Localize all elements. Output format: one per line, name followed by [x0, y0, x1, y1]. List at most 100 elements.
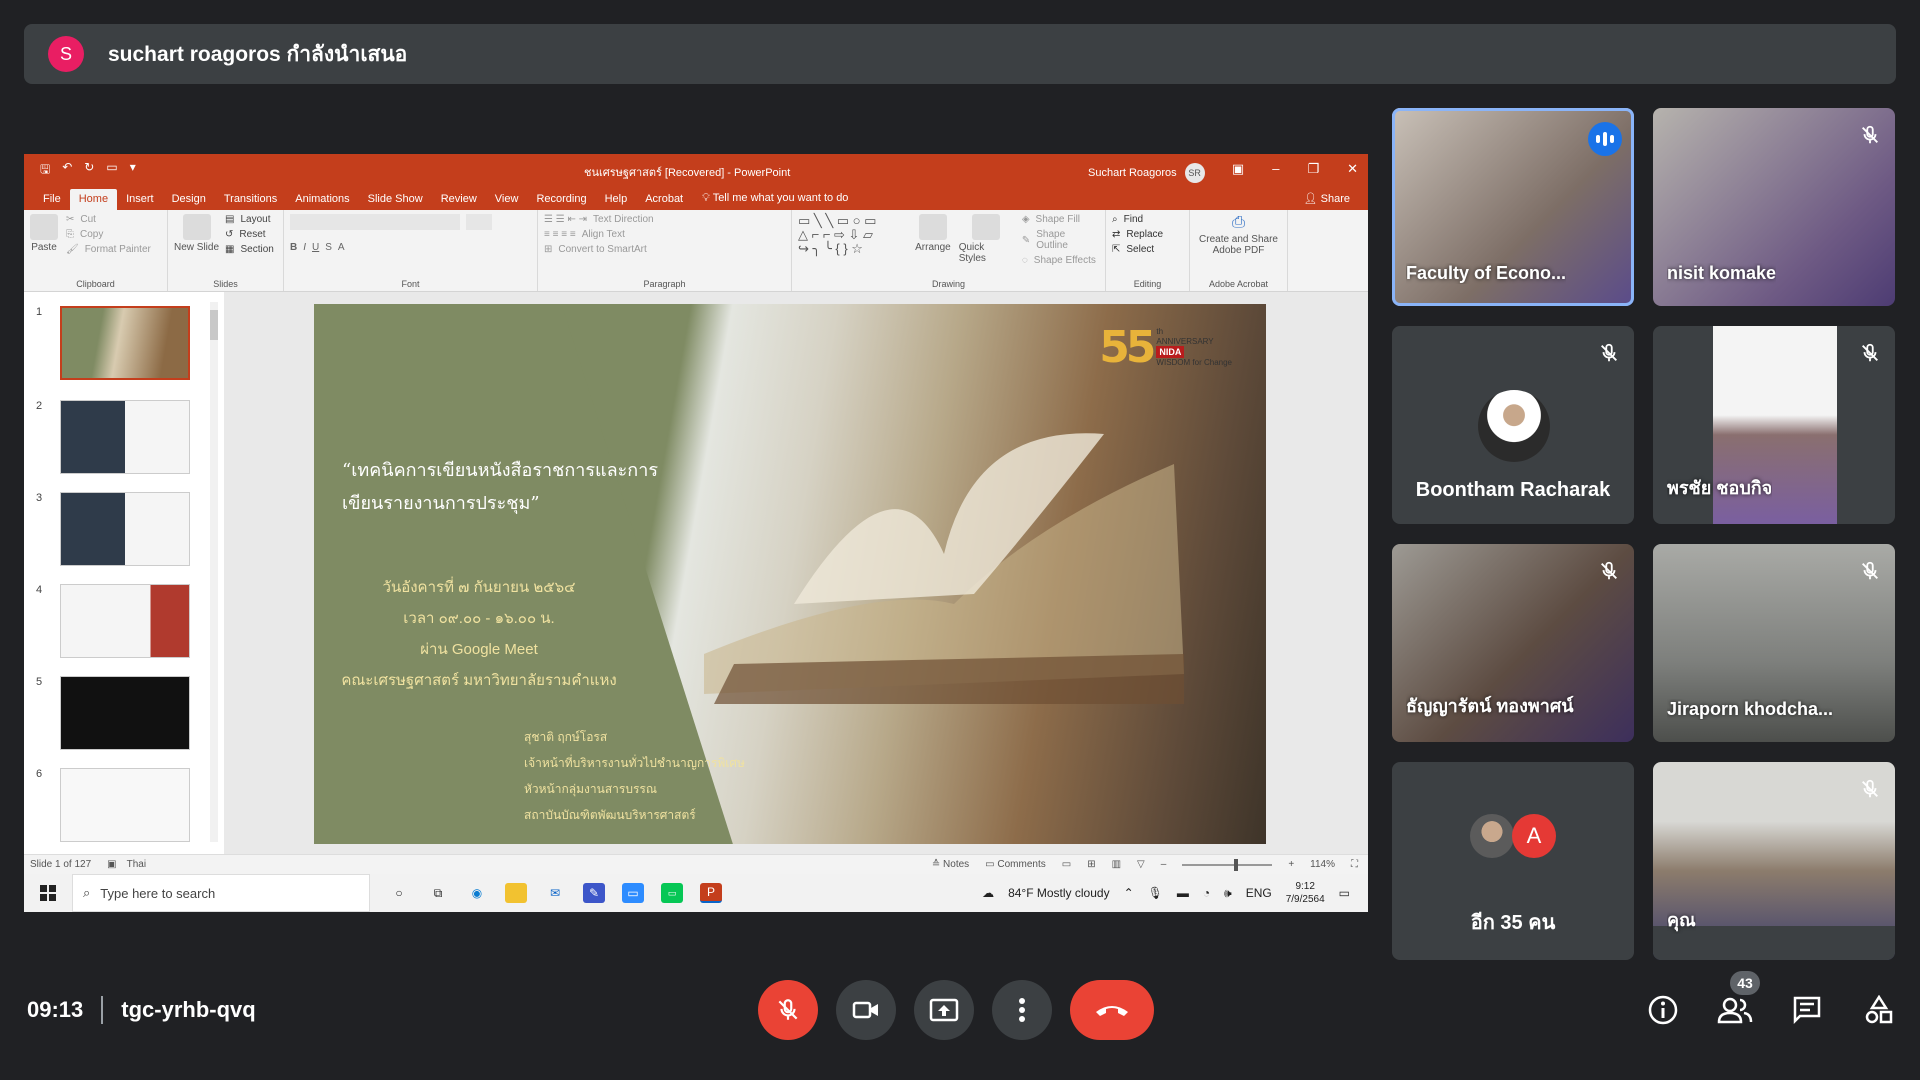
- new-slide-button[interactable]: New Slide: [174, 214, 219, 259]
- strikethrough-icon[interactable]: S: [325, 242, 332, 253]
- cut-button[interactable]: ✂ Cut: [66, 214, 151, 225]
- participant-tile[interactable]: พรชัย ชอบกิจ: [1653, 326, 1895, 524]
- paste-button[interactable]: Paste: [30, 214, 58, 259]
- more-options-button[interactable]: [992, 980, 1052, 1040]
- tab-design[interactable]: Design: [163, 189, 215, 210]
- close-icon[interactable]: ✕: [1347, 161, 1358, 177]
- ribbon-display-icon[interactable]: ▣: [1232, 161, 1244, 177]
- normal-view-icon[interactable]: ▭: [1062, 859, 1071, 870]
- slide-thumbnail-4[interactable]: [60, 584, 190, 658]
- fit-slide-icon[interactable]: ⛶: [1351, 859, 1358, 870]
- slide-thumbnail-6[interactable]: [60, 768, 190, 842]
- task-view-icon[interactable]: ⧉: [427, 883, 449, 903]
- select-button[interactable]: ⇱ Select: [1112, 244, 1183, 255]
- reset-button[interactable]: ↺ Reset: [225, 229, 274, 240]
- shape-outline-button[interactable]: ✎ Shape Outline: [1022, 229, 1099, 251]
- copy-button[interactable]: ⎘ Copy: [66, 229, 151, 240]
- line-icon[interactable]: ▭: [661, 883, 683, 903]
- participant-tile[interactable]: ธัญญารัตน์ ทองพาศน์: [1392, 544, 1634, 742]
- shape-fill-button[interactable]: ◈ Shape Fill: [1022, 214, 1099, 225]
- slide-thumbnail-3[interactable]: [60, 492, 190, 566]
- editor-scrollbar[interactable]: [1354, 302, 1364, 842]
- edge-icon[interactable]: ◉: [466, 883, 488, 903]
- thumbnail-scrollbar[interactable]: [210, 302, 218, 842]
- tab-acrobat[interactable]: Acrobat: [636, 189, 692, 210]
- notification-icon[interactable]: ▭: [1339, 886, 1350, 900]
- underline-icon[interactable]: U: [312, 242, 319, 253]
- mic-toggle-button[interactable]: [758, 980, 818, 1040]
- font-size-select[interactable]: [466, 214, 492, 230]
- minimize-icon[interactable]: –: [1272, 161, 1279, 177]
- scroll-thumb[interactable]: [210, 310, 218, 340]
- zoom-out-icon[interactable]: –: [1161, 859, 1167, 870]
- language-label[interactable]: Thai: [127, 859, 146, 870]
- create-share-pdf-button[interactable]: ⎙ Create and Share Adobe PDF: [1196, 214, 1281, 256]
- participant-tile[interactable]: Boontham Racharak: [1392, 326, 1634, 524]
- tab-slide-show[interactable]: Slide Show: [359, 189, 432, 210]
- app-icon[interactable]: ✎: [583, 883, 605, 903]
- italic-icon[interactable]: I: [303, 242, 306, 253]
- shapes-gallery[interactable]: ▭ ╲ ╲ ▭ ○ ▭ △ ⌐ ⌐ ⇨ ⇩ ▱ ↪ ╮ ╰ { } ☆: [798, 214, 907, 262]
- share-button[interactable]: 👤︎ Share: [1304, 192, 1350, 205]
- restore-icon[interactable]: ❐: [1307, 161, 1319, 177]
- zoom-slider-thumb[interactable]: [1234, 858, 1239, 871]
- mail-icon[interactable]: ✉: [544, 883, 566, 903]
- comments-button[interactable]: ▭ Comments: [985, 859, 1046, 870]
- tab-file[interactable]: File: [34, 189, 70, 210]
- zoom-in-icon[interactable]: +: [1288, 859, 1294, 870]
- participant-tile[interactable]: nisit komake: [1653, 108, 1895, 306]
- volume-icon[interactable]: 🕪︎: [1224, 886, 1232, 901]
- shape-effects-button[interactable]: ◌ Shape Effects: [1022, 255, 1099, 266]
- sorter-view-icon[interactable]: ⊞: [1087, 859, 1095, 870]
- meeting-info-button[interactable]: [1644, 991, 1682, 1029]
- notes-check-icon[interactable]: ▣: [107, 859, 116, 870]
- participant-tile[interactable]: Faculty of Econo...: [1392, 108, 1634, 306]
- tab-transitions[interactable]: Transitions: [215, 189, 286, 210]
- tab-review[interactable]: Review: [432, 189, 486, 210]
- format-painter-button[interactable]: 🖌︎ Format Painter: [66, 244, 151, 255]
- zoom-slider[interactable]: [1182, 858, 1273, 871]
- powerpoint-icon[interactable]: P: [700, 883, 722, 903]
- tab-animations[interactable]: Animations: [286, 189, 358, 210]
- slide-thumbnail-2[interactable]: [60, 400, 190, 474]
- arrange-button[interactable]: Arrange: [915, 214, 951, 270]
- slide-thumbnail-1[interactable]: [60, 306, 190, 380]
- tab-home[interactable]: Home: [69, 189, 118, 210]
- save-icon[interactable]: 🖫: [40, 160, 50, 181]
- redo-icon[interactable]: ↻: [84, 160, 94, 181]
- windows-start-icon[interactable]: [24, 874, 72, 912]
- camera-toggle-button[interactable]: [836, 980, 896, 1040]
- activities-button[interactable]: [1860, 991, 1898, 1029]
- font-color-icon[interactable]: A: [338, 242, 345, 253]
- chat-button[interactable]: [1788, 991, 1826, 1029]
- tray-chevron-icon[interactable]: ⌃: [1124, 886, 1134, 900]
- tell-me-search[interactable]: 💡︎ Tell me what you want to do: [702, 192, 848, 210]
- tab-help[interactable]: Help: [596, 189, 637, 210]
- replace-button[interactable]: ⇄ Replace: [1112, 229, 1183, 240]
- participant-tile[interactable]: คุณ: [1653, 762, 1895, 960]
- tab-insert[interactable]: Insert: [117, 189, 163, 210]
- input-language[interactable]: ENG: [1246, 886, 1272, 900]
- bold-icon[interactable]: B: [290, 242, 297, 253]
- text-direction-button[interactable]: ☰ ☰ ⇤ ⇥ Text Direction: [544, 214, 785, 225]
- convert-smartart-button[interactable]: ⊞ Convert to SmartArt: [544, 244, 785, 255]
- participant-tile[interactable]: Jiraporn khodcha...: [1653, 544, 1895, 742]
- zoom-icon[interactable]: ▭: [622, 883, 644, 903]
- file-explorer-icon[interactable]: [505, 883, 527, 903]
- tab-view[interactable]: View: [486, 189, 528, 210]
- quick-styles-button[interactable]: Quick Styles: [959, 214, 1014, 270]
- taskbar-search[interactable]: ⌕ Type here to search: [72, 874, 370, 912]
- slide-thumbnail-5[interactable]: [60, 676, 190, 750]
- weather-text[interactable]: 84°F Mostly cloudy: [1008, 886, 1110, 900]
- notes-button[interactable]: ≙ Notes: [932, 859, 969, 870]
- zoom-level[interactable]: 114%: [1310, 859, 1335, 870]
- layout-button[interactable]: ▤ Layout: [225, 214, 274, 225]
- find-button[interactable]: ⌕ Find: [1112, 214, 1183, 225]
- cortana-icon[interactable]: ○: [388, 883, 410, 903]
- reading-view-icon[interactable]: ▥: [1112, 859, 1121, 870]
- taskbar-clock[interactable]: 9:12 7/9/2564: [1286, 880, 1325, 906]
- font-name-select[interactable]: [290, 214, 460, 230]
- ppt-user[interactable]: Suchart Roagoros SR: [1088, 163, 1205, 183]
- customize-qa-icon[interactable]: ▾: [130, 160, 136, 181]
- end-call-button[interactable]: [1070, 980, 1154, 1040]
